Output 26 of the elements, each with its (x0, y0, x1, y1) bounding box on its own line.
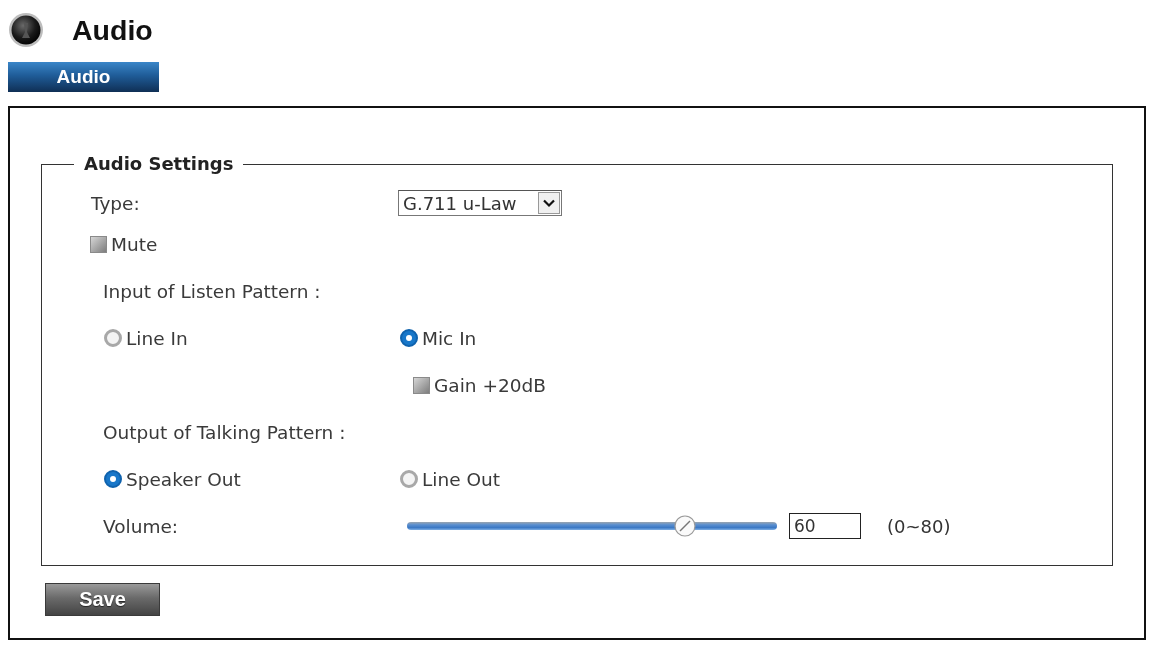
radio-label: Line Out (422, 468, 500, 490)
ball-icon (8, 12, 44, 48)
radio-label: Mic In (422, 327, 477, 349)
type-label: Type: (91, 192, 140, 214)
tab[interactable]: Audio (8, 62, 159, 92)
section-label: Input of Listen Pattern : (103, 280, 321, 302)
gain-label: Gain +20dB (434, 374, 546, 396)
radio-label: Line In (126, 327, 188, 349)
radio-label: Speaker Out (126, 468, 241, 490)
radio-button[interactable] (400, 329, 418, 347)
volume-label: Volume: (103, 515, 179, 537)
section-label: Output of Talking Pattern : (103, 421, 346, 443)
radio-button[interactable] (104, 329, 122, 347)
radio-button[interactable] (400, 470, 418, 488)
slider-thumb[interactable] (673, 515, 696, 537)
checkbox[interactable] (90, 235, 107, 253)
page-title: Audio (72, 13, 153, 47)
save-button[interactable]: Save (45, 583, 160, 616)
chevron-down-icon (538, 192, 560, 214)
type-dropdown[interactable]: G.711 u-Law (398, 190, 562, 216)
checkbox[interactable] (413, 376, 430, 394)
group-title: Audio Settings (83, 154, 235, 174)
radio-button[interactable] (104, 470, 122, 488)
volume-input[interactable]: 60 (789, 513, 861, 539)
mute-label: Mute (111, 233, 158, 255)
range-hint: (0~80) (887, 515, 951, 537)
